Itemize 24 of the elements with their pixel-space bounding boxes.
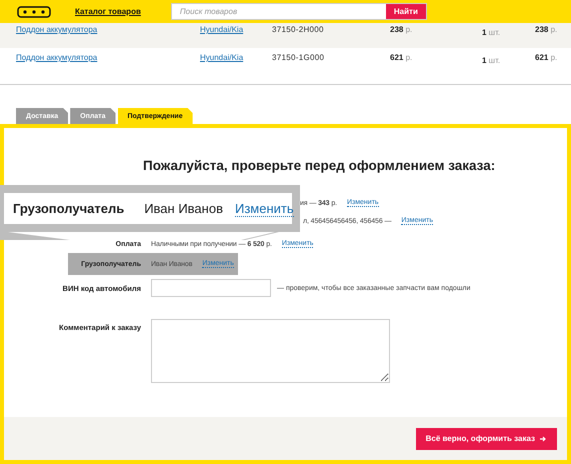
brand-link[interactable]: Hyundai/Kia [200, 25, 244, 34]
arrow-right-icon [540, 436, 547, 442]
price-text: 621 р. [390, 53, 412, 62]
submit-button[interactable]: Всё верно, оформить заказ [416, 428, 557, 450]
catalog-link[interactable]: Каталог товаров [75, 7, 141, 16]
search-field[interactable]: Поиск товаров Найти [170, 3, 427, 20]
total-text: 238 р. [535, 25, 558, 34]
product-link[interactable]: Поддон аккумулятора [16, 25, 98, 34]
total-text: 621 р. [535, 53, 558, 62]
quantity-text: 1 шт. [482, 56, 500, 65]
change-link[interactable]: Изменить [234, 200, 294, 216]
comment-input[interactable] [151, 319, 390, 383]
vin-input[interactable] [151, 279, 271, 297]
logo-icon [17, 6, 51, 18]
callout-label: Грузополучатель [13, 201, 124, 216]
product-link[interactable]: Поддон аккумулятора [16, 53, 98, 62]
quantity-text: 1 шт. [482, 28, 500, 37]
part-number: 37150-2H000 [272, 25, 324, 34]
callout-value: Иван Иванов [144, 201, 223, 216]
page-heading: Пожалуйста, проверьте перед оформлением заказа: [143, 158, 496, 173]
price-text: 238 р. [390, 25, 412, 34]
part-number: 37150-1G000 [272, 53, 324, 62]
brand-link[interactable]: Hyundai/Kia [200, 53, 244, 62]
search-button[interactable]: Найти [386, 4, 426, 19]
